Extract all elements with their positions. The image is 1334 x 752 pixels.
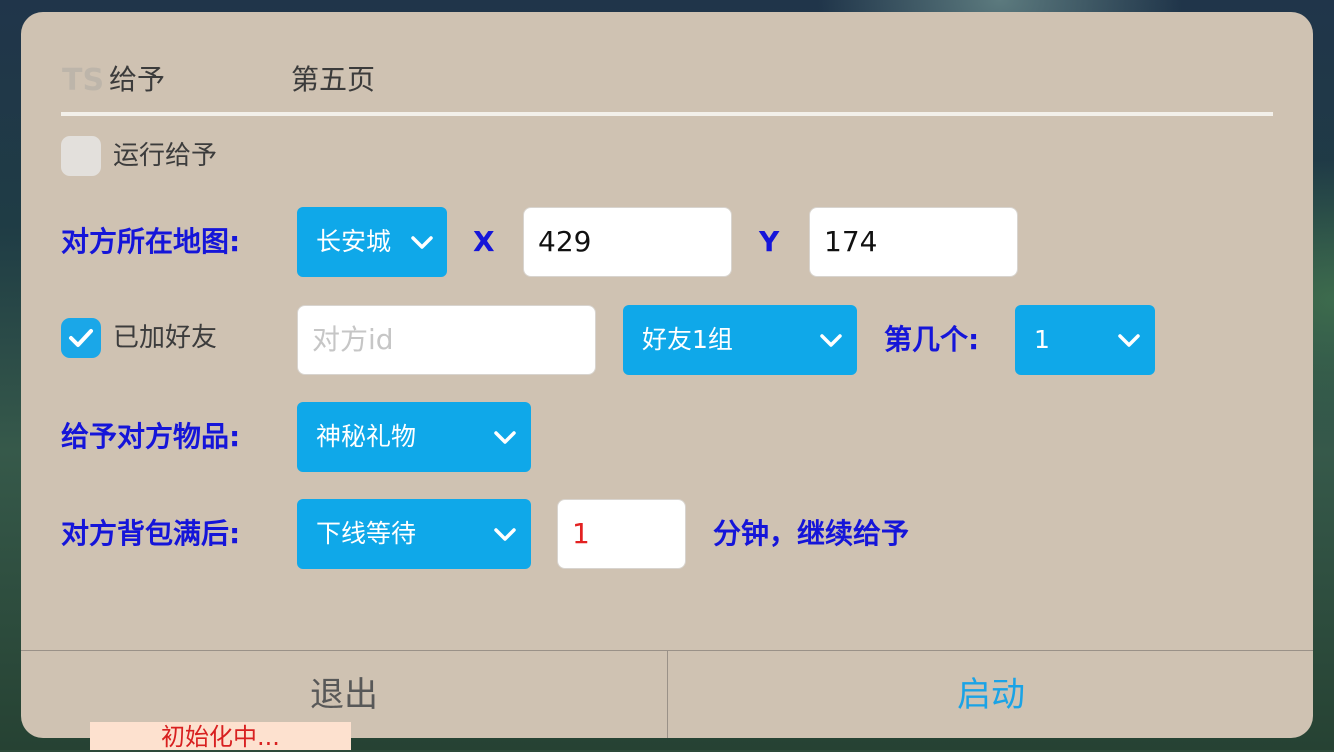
friend-id-input[interactable]: 对方id	[297, 305, 596, 375]
added-friend-label: 已加好友	[113, 323, 218, 353]
friend-group-select[interactable]: 好友1组	[623, 305, 857, 375]
svg-text:TS: TS	[62, 63, 103, 96]
tab-page-five[interactable]: 第五页	[291, 60, 375, 100]
tab-bar: TS 给予 第五页	[61, 60, 1273, 116]
friend-index-select[interactable]: 1	[1015, 305, 1155, 375]
ts-logo-icon: TS	[62, 63, 103, 96]
chevron-down-icon	[1118, 334, 1140, 347]
check-icon	[69, 329, 93, 347]
x-coordinate-input[interactable]: 429	[523, 207, 732, 277]
chevron-down-icon	[494, 528, 516, 541]
friend-group-select-value: 好友1组	[642, 325, 733, 354]
run-give-checkbox[interactable]	[61, 136, 101, 176]
chevron-down-icon	[411, 236, 433, 249]
wait-minutes-input[interactable]: 1	[557, 499, 686, 569]
chevron-down-icon	[494, 431, 516, 444]
run-give-label: 运行给予	[113, 141, 218, 171]
start-button[interactable]: 启动	[667, 651, 1313, 738]
added-friend-checkbox[interactable]	[61, 318, 101, 358]
status-toast: 初始化中...	[90, 722, 351, 751]
x-label: X	[473, 225, 495, 258]
wait-minutes-suffix: 分钟，继续给予	[713, 517, 910, 550]
item-select[interactable]: 神秘礼物	[297, 402, 531, 472]
friend-index-select-value: 1	[1034, 325, 1050, 354]
bag-full-action-select[interactable]: 下线等待	[297, 499, 531, 569]
item-label: 给予对方物品:	[61, 420, 241, 453]
tab-give[interactable]: 给予	[109, 60, 165, 100]
bag-full-label: 对方背包满后:	[61, 517, 241, 550]
index-label: 第几个:	[884, 323, 980, 356]
map-select-value: 长安城	[316, 227, 392, 256]
item-select-value: 神秘礼物	[316, 422, 417, 451]
bag-full-action-value: 下线等待	[316, 519, 417, 548]
tab-divider	[61, 112, 1273, 116]
map-select[interactable]: 长安城	[297, 207, 447, 277]
map-label: 对方所在地图:	[61, 225, 241, 258]
give-settings-dialog: TS 给予 第五页 运行给予 对方所在地图: 长安城 X 429 Y 174 已…	[21, 12, 1313, 738]
chevron-down-icon	[820, 334, 842, 347]
y-label: Y	[759, 225, 780, 258]
y-coordinate-input[interactable]: 174	[809, 207, 1018, 277]
